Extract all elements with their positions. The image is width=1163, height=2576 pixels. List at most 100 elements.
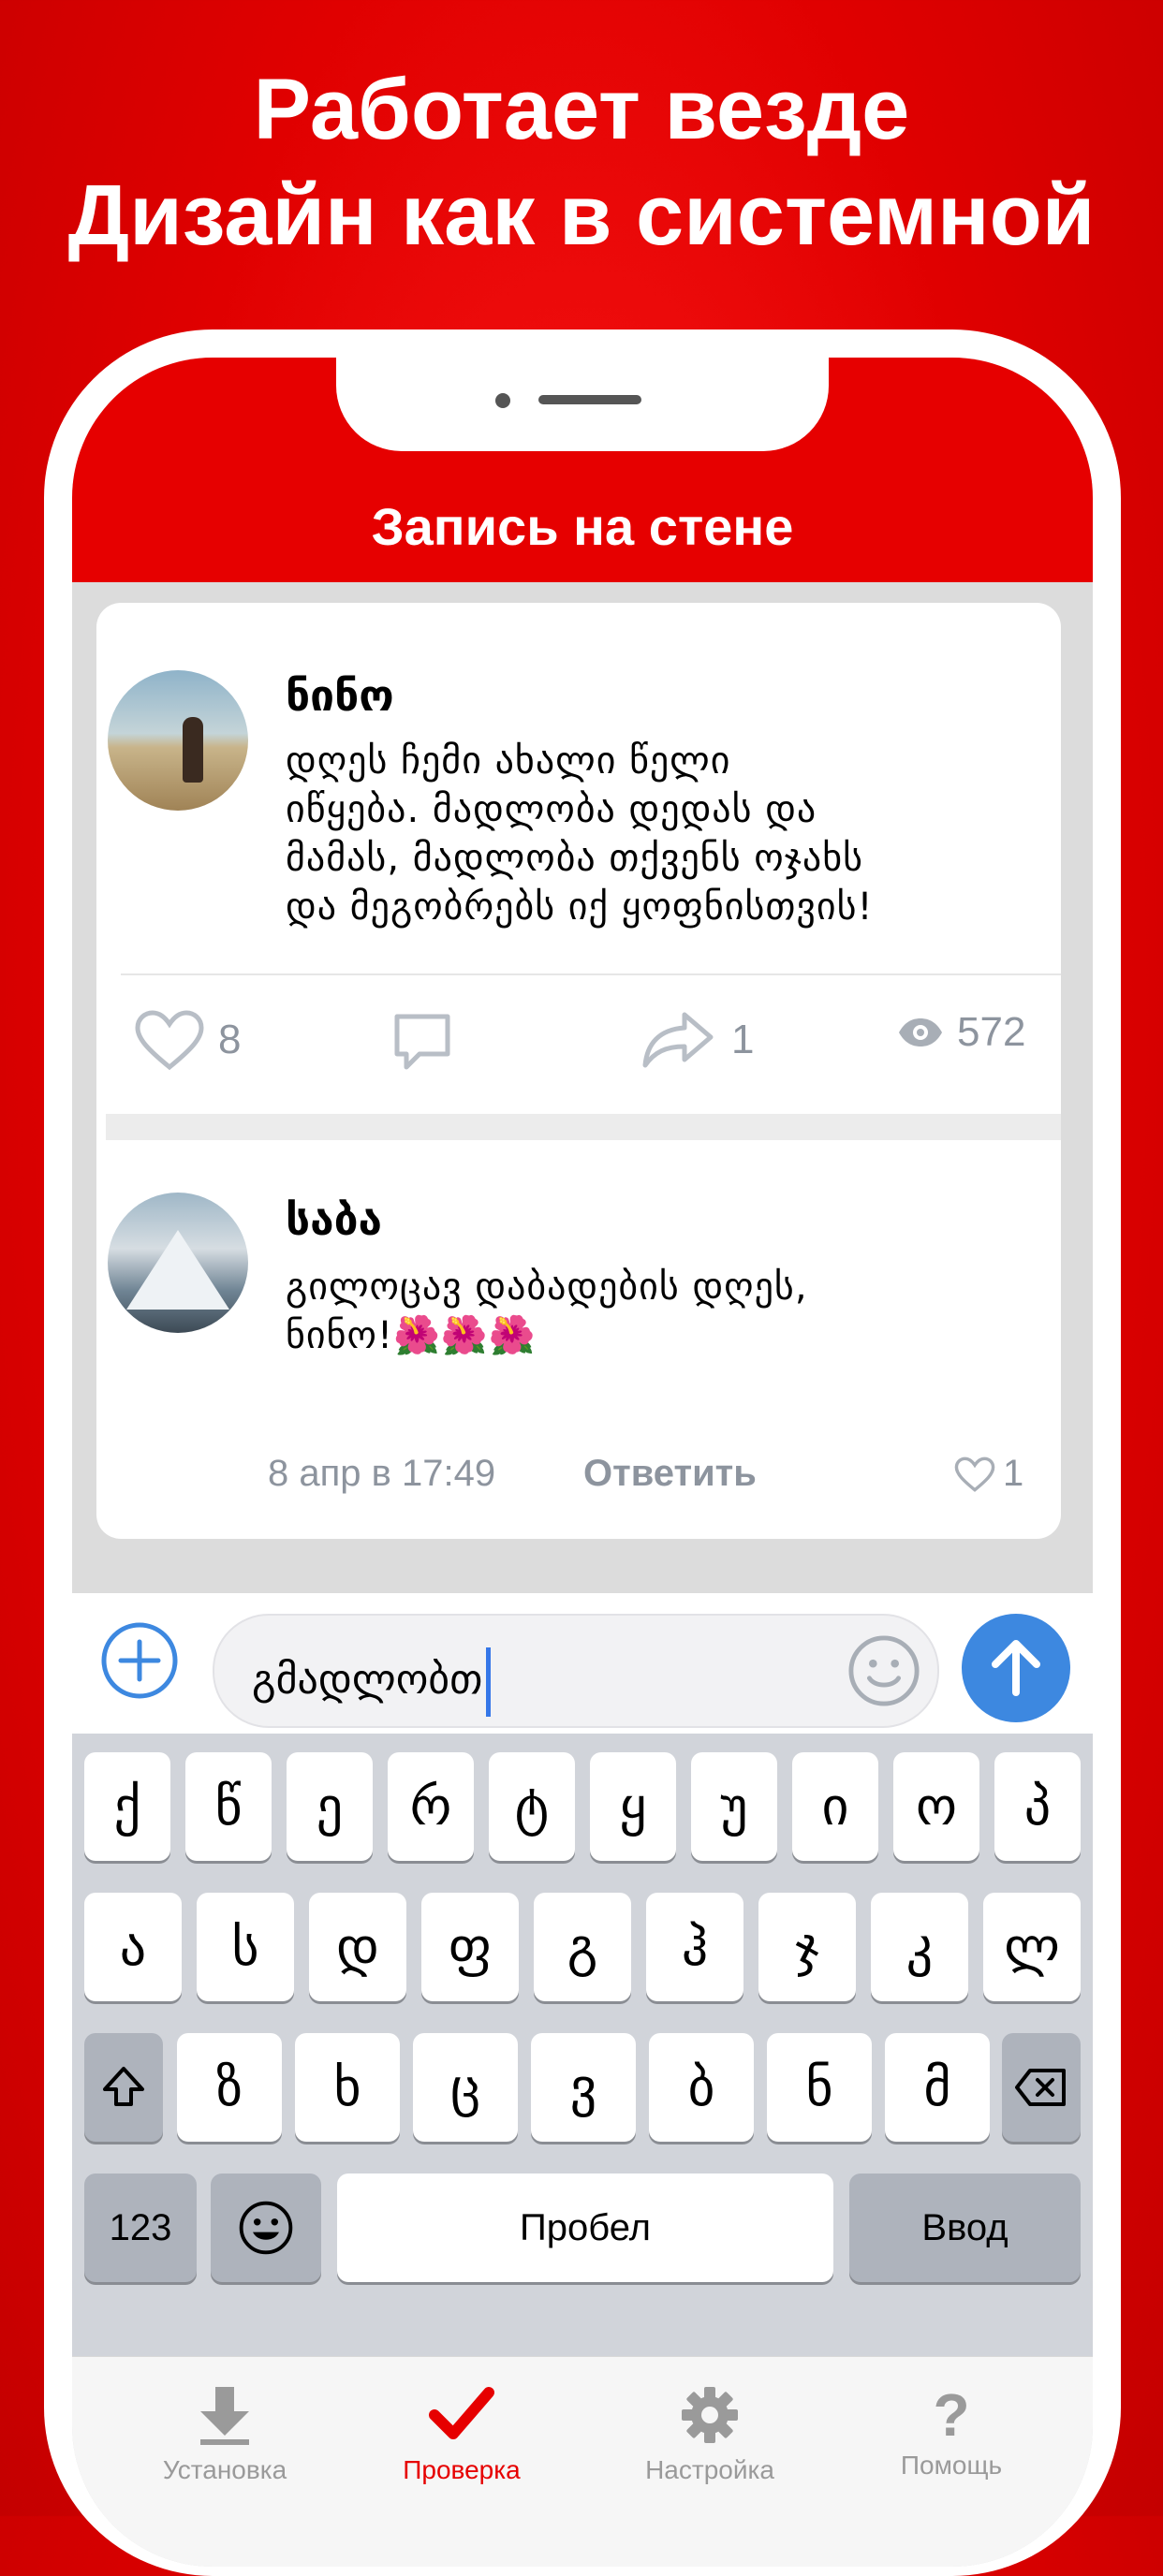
tab-install[interactable]: Установка [112,2385,337,2485]
phone-frame: Запись на стене ნინო დღეს ჩემი ახალი წელ… [44,329,1121,2576]
text-caret [486,1647,492,1717]
key[interactable]: ე [287,1752,373,1861]
key[interactable]: ნ [767,2033,872,2142]
message-input[interactable]: გმადლობთ [213,1614,939,1728]
divider [121,973,1061,975]
key[interactable]: გ [534,1893,631,2001]
speaker-bar [538,395,641,404]
post-text-line: მამას, მადლობა თქვენს ოჯახს [286,837,864,880]
comment-text-line: გილოცავ დაბადების დღეს, [286,1266,808,1309]
key[interactable]: ლ [983,1893,1081,2001]
key[interactable]: ი [792,1752,878,1861]
emoji-key[interactable] [211,2174,321,2282]
message-composer: გმადლობთ [72,1593,1093,1734]
message-input-value: გმადლობთ [252,1647,492,1717]
post-text-line: და მეგობრებს იქ ყოფნისთვის! [286,886,874,929]
keyboard: ქ წ ე რ ტ ყ უ ი ო პ ა ს დ ფ გ ჰ ჯ კ ლ ზ … [72,1734,1093,2356]
arrow-up-icon [992,1640,1040,1696]
shift-key[interactable] [84,2033,163,2142]
post-author[interactable]: ნინო [286,670,394,721]
key[interactable]: ტ [489,1752,575,1861]
backspace-icon [1015,2069,1066,2106]
key[interactable]: ხ [295,2033,400,2142]
post-text: დღეს ჩემი ახალი წელი იწყება. მადლობა დედ… [286,737,874,931]
download-arrow-icon [200,2387,249,2445]
gear-icon [682,2387,738,2443]
key[interactable]: წ [185,1752,272,1861]
key[interactable]: რ [388,1752,474,1861]
shift-icon [103,2067,144,2106]
section-gap [106,1114,1061,1140]
send-button[interactable] [962,1614,1070,1722]
reply-button[interactable]: Ответить [583,1453,757,1495]
backspace-key[interactable] [1002,2033,1081,2142]
tab-install-label: Установка [162,2455,287,2484]
like-button[interactable]: 8 [134,1009,241,1071]
checkmark-icon [429,2387,494,2439]
post-text-line: დღეს ჩემი ახალი წელი [286,739,731,783]
emoji-icon [239,2201,293,2255]
comment-text: გილოცავ დაბადების დღეს, ნინო!🌺🌺🌺 [286,1263,808,1360]
heart-icon [135,1010,204,1071]
key[interactable]: კ [871,1893,968,2001]
avatar[interactable] [108,670,248,811]
comment-text-line: ნინო!🌺🌺🌺 [286,1314,537,1357]
comment-time: 8 апр в 17:49 [268,1453,496,1494]
nav-bar: Запись на стене [72,358,1093,582]
heart-icon [954,1456,995,1492]
eye-icon [899,1018,942,1046]
plus-icon[interactable] [100,1621,179,1700]
emoji-icon[interactable] [847,1634,920,1707]
camera-dot [495,393,510,408]
tab-help[interactable]: ? Помощь [839,2385,1064,2481]
key[interactable]: ქ [84,1752,170,1861]
comment-button[interactable] [390,1009,455,1075]
promo-subtitle: Дизайн как в системной [67,168,1096,263]
key[interactable]: მ [885,2033,990,2142]
share-count: 1 [731,1017,755,1062]
tab-help-label: Помощь [900,2451,1003,2480]
phone-screen: Запись на стене ნინო დღეს ჩემი ახალი წელ… [72,358,1093,2567]
comment-author[interactable]: საბა [286,1194,382,1245]
nav-title: Запись на стене [371,497,794,556]
tab-settings[interactable]: Настройка [597,2385,822,2485]
views-counter: 572 [897,1009,1025,1056]
key[interactable]: ბ [649,2033,754,2142]
tab-settings-label: Настройка [645,2455,774,2484]
views-count: 572 [957,1009,1026,1055]
key[interactable]: ჯ [758,1893,856,2001]
comment-icon [394,1014,450,1070]
key[interactable]: ც [413,2033,518,2142]
phone-notch [336,358,829,451]
avatar-person [183,717,203,783]
like-count: 8 [218,1017,242,1062]
key[interactable]: დ [309,1893,406,2001]
share-icon [642,1012,714,1068]
key[interactable]: ჰ [646,1893,743,2001]
question-icon: ? [933,2381,970,2449]
return-key[interactable]: Ввод [849,2174,1081,2282]
post-text-line: იწყება. მადლობა დედას და [286,788,817,831]
key[interactable]: ვ [531,2033,636,2142]
tab-check-label: Проверка [403,2455,521,2484]
key[interactable]: უ [691,1752,777,1861]
numbers-key[interactable]: 123 [84,2174,197,2282]
comment-like-count: 1 [1003,1453,1024,1494]
key[interactable]: ა [84,1893,182,2001]
avatar-mountain [126,1230,229,1310]
message-text: გმადლობთ [252,1656,483,1704]
comment-like-button[interactable]: 1 [954,1453,1023,1495]
key[interactable]: ყ [590,1752,676,1861]
key[interactable]: პ [994,1752,1081,1861]
share-button[interactable]: 1 [640,1009,754,1071]
tab-bar: Установка Проверка Настройка ? Помощь [72,2356,1093,2567]
tab-check[interactable]: Проверка [349,2385,574,2485]
key[interactable]: ზ [177,2033,282,2142]
space-key[interactable]: Пробел [337,2174,833,2282]
key[interactable]: ო [893,1752,979,1861]
avatar[interactable] [108,1193,248,1333]
key[interactable]: ს [197,1893,294,2001]
key[interactable]: ფ [421,1893,519,2001]
post-card: ნინო დღეს ჩემი ახალი წელი იწყება. მადლობ… [96,603,1061,1539]
promo-title: Работает везде [253,62,910,157]
